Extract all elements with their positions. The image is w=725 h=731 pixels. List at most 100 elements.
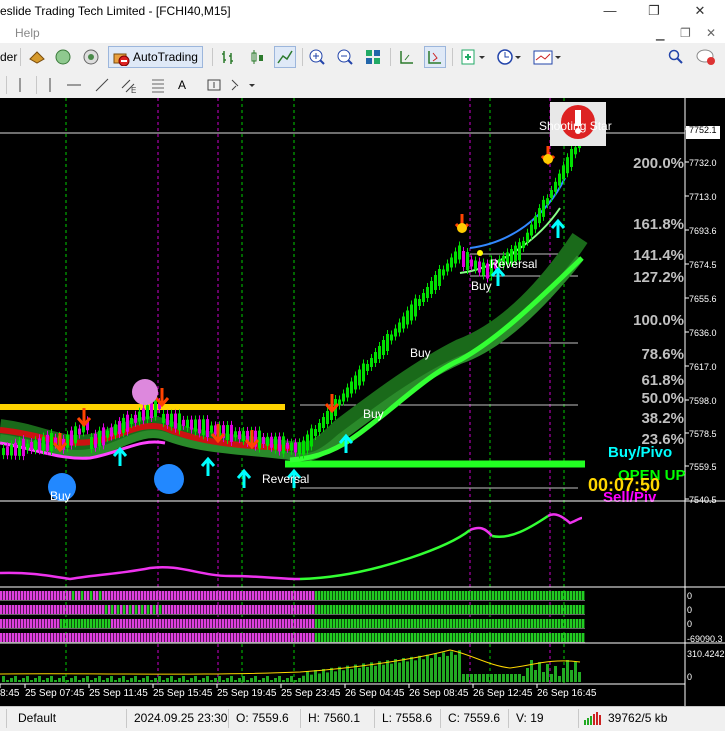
histogram-bar — [483, 605, 486, 614]
templates-icon[interactable] — [532, 46, 562, 68]
autotrading-button[interactable]: AutoTrading — [108, 46, 203, 68]
histogram-bar — [210, 591, 213, 600]
histogram-bar — [36, 605, 39, 614]
histogram-bar — [117, 605, 120, 614]
histogram-bar — [435, 605, 438, 614]
candle-body — [350, 381, 353, 394]
text-label-icon[interactable] — [206, 74, 222, 96]
candle-body — [414, 298, 417, 317]
histogram-bar — [51, 619, 54, 628]
histogram-bar — [309, 633, 312, 642]
histogram-bar — [297, 605, 300, 614]
trendline-icon[interactable] — [94, 74, 110, 96]
histogram-bar — [51, 605, 54, 614]
histogram-bar — [402, 591, 405, 600]
histogram-bar — [180, 633, 183, 642]
histogram-bar — [174, 605, 177, 614]
histogram-bar — [489, 591, 492, 600]
text-tool-icon[interactable]: A — [178, 74, 186, 96]
histogram-bar — [381, 591, 384, 600]
mdi-minimize-icon[interactable]: ▁ — [656, 28, 664, 41]
volume-bar — [506, 674, 509, 682]
time-tick-label: 26 Sep 04:45 — [345, 688, 405, 699]
profile-name[interactable]: Default — [18, 711, 56, 725]
histogram-bar — [288, 633, 291, 642]
vertical-line-icon[interactable] — [42, 74, 58, 96]
experts-icon[interactable] — [28, 46, 46, 68]
histogram-bar — [405, 633, 408, 642]
histogram-bar — [471, 605, 474, 614]
histogram-bar — [402, 619, 405, 628]
autoscroll-icon[interactable] — [424, 46, 446, 68]
histogram-bar — [507, 605, 510, 614]
chart-shift-icon[interactable] — [398, 46, 416, 68]
histogram-bar — [471, 619, 474, 628]
histogram-bar — [24, 633, 27, 642]
zoom-out-icon[interactable] — [336, 46, 354, 68]
histogram-bar — [519, 605, 522, 614]
price-chart[interactable]: Shooting Star Reversal Buy Buy Buy Rever… — [0, 98, 725, 706]
histogram-bar — [51, 633, 54, 642]
signals-icon[interactable] — [82, 46, 100, 68]
histogram-bar — [435, 591, 438, 600]
histogram-bar — [513, 591, 516, 600]
histogram-bar — [432, 605, 435, 614]
candlestick-icon[interactable] — [248, 46, 266, 68]
arrows-icon[interactable] — [230, 74, 258, 96]
chat-icon[interactable] — [696, 46, 716, 68]
histogram-bar — [426, 619, 429, 628]
histogram-bar — [30, 591, 33, 600]
volume-bar — [398, 662, 401, 682]
tile-windows-icon[interactable] — [364, 46, 382, 68]
histogram-bar — [273, 619, 276, 628]
histogram-bar — [471, 591, 474, 600]
histogram-bar — [210, 605, 213, 614]
histogram-bar — [216, 619, 219, 628]
histogram-bar — [189, 591, 192, 600]
equidistant-channel-icon[interactable]: E — [120, 74, 138, 96]
histogram-baseline — [0, 628, 585, 629]
histogram-bar — [153, 605, 156, 614]
minimize-button[interactable]: — — [600, 2, 620, 20]
chart-window[interactable]: Shooting Star Reversal Buy Buy Buy Rever… — [0, 98, 725, 706]
histogram-bar — [6, 591, 9, 600]
horizontal-line-icon[interactable] — [66, 74, 82, 96]
periods-icon[interactable] — [496, 46, 522, 68]
histogram-bar — [456, 591, 459, 600]
volume-bar — [282, 680, 285, 682]
search-icon[interactable] — [668, 46, 684, 68]
histogram-bar — [255, 605, 258, 614]
histogram-bar — [300, 619, 303, 628]
histogram-bar — [330, 633, 333, 642]
histogram-bar — [60, 619, 63, 628]
mdi-close-icon[interactable]: ✕ — [706, 26, 716, 40]
indicators-icon[interactable] — [460, 46, 486, 68]
histogram-bar — [354, 633, 357, 642]
histogram-bar — [180, 591, 183, 600]
fibonacci-icon[interactable] — [150, 74, 166, 96]
restore-button[interactable]: ❐ — [644, 2, 664, 20]
histogram-bar — [261, 633, 264, 642]
histogram-bar — [195, 633, 198, 642]
histogram-bar — [78, 619, 81, 628]
zoom-in-icon[interactable] — [308, 46, 326, 68]
histogram-bar — [537, 605, 540, 614]
market-watch-icon[interactable] — [54, 46, 72, 68]
bar-chart-icon[interactable] — [220, 46, 238, 68]
close-button[interactable]: ✕ — [690, 2, 710, 20]
crosshair-icon[interactable] — [12, 74, 28, 96]
new-order-button[interactable]: der — [0, 46, 17, 68]
histogram-bar — [132, 605, 135, 614]
mdi-restore-icon[interactable]: ❐ — [680, 26, 691, 40]
histogram-bar — [399, 591, 402, 600]
histogram-bar — [87, 619, 90, 628]
menu-help[interactable]: Help — [15, 26, 40, 40]
shooting-star-label: Shooting Star — [539, 119, 612, 133]
line-chart-icon[interactable] — [274, 46, 296, 68]
histogram-bar — [111, 605, 114, 614]
candle-body — [362, 363, 365, 382]
histogram-bar — [24, 619, 27, 628]
connection-status-icon[interactable] — [584, 712, 606, 728]
histogram-bar — [417, 619, 420, 628]
volume-bar — [10, 678, 13, 682]
